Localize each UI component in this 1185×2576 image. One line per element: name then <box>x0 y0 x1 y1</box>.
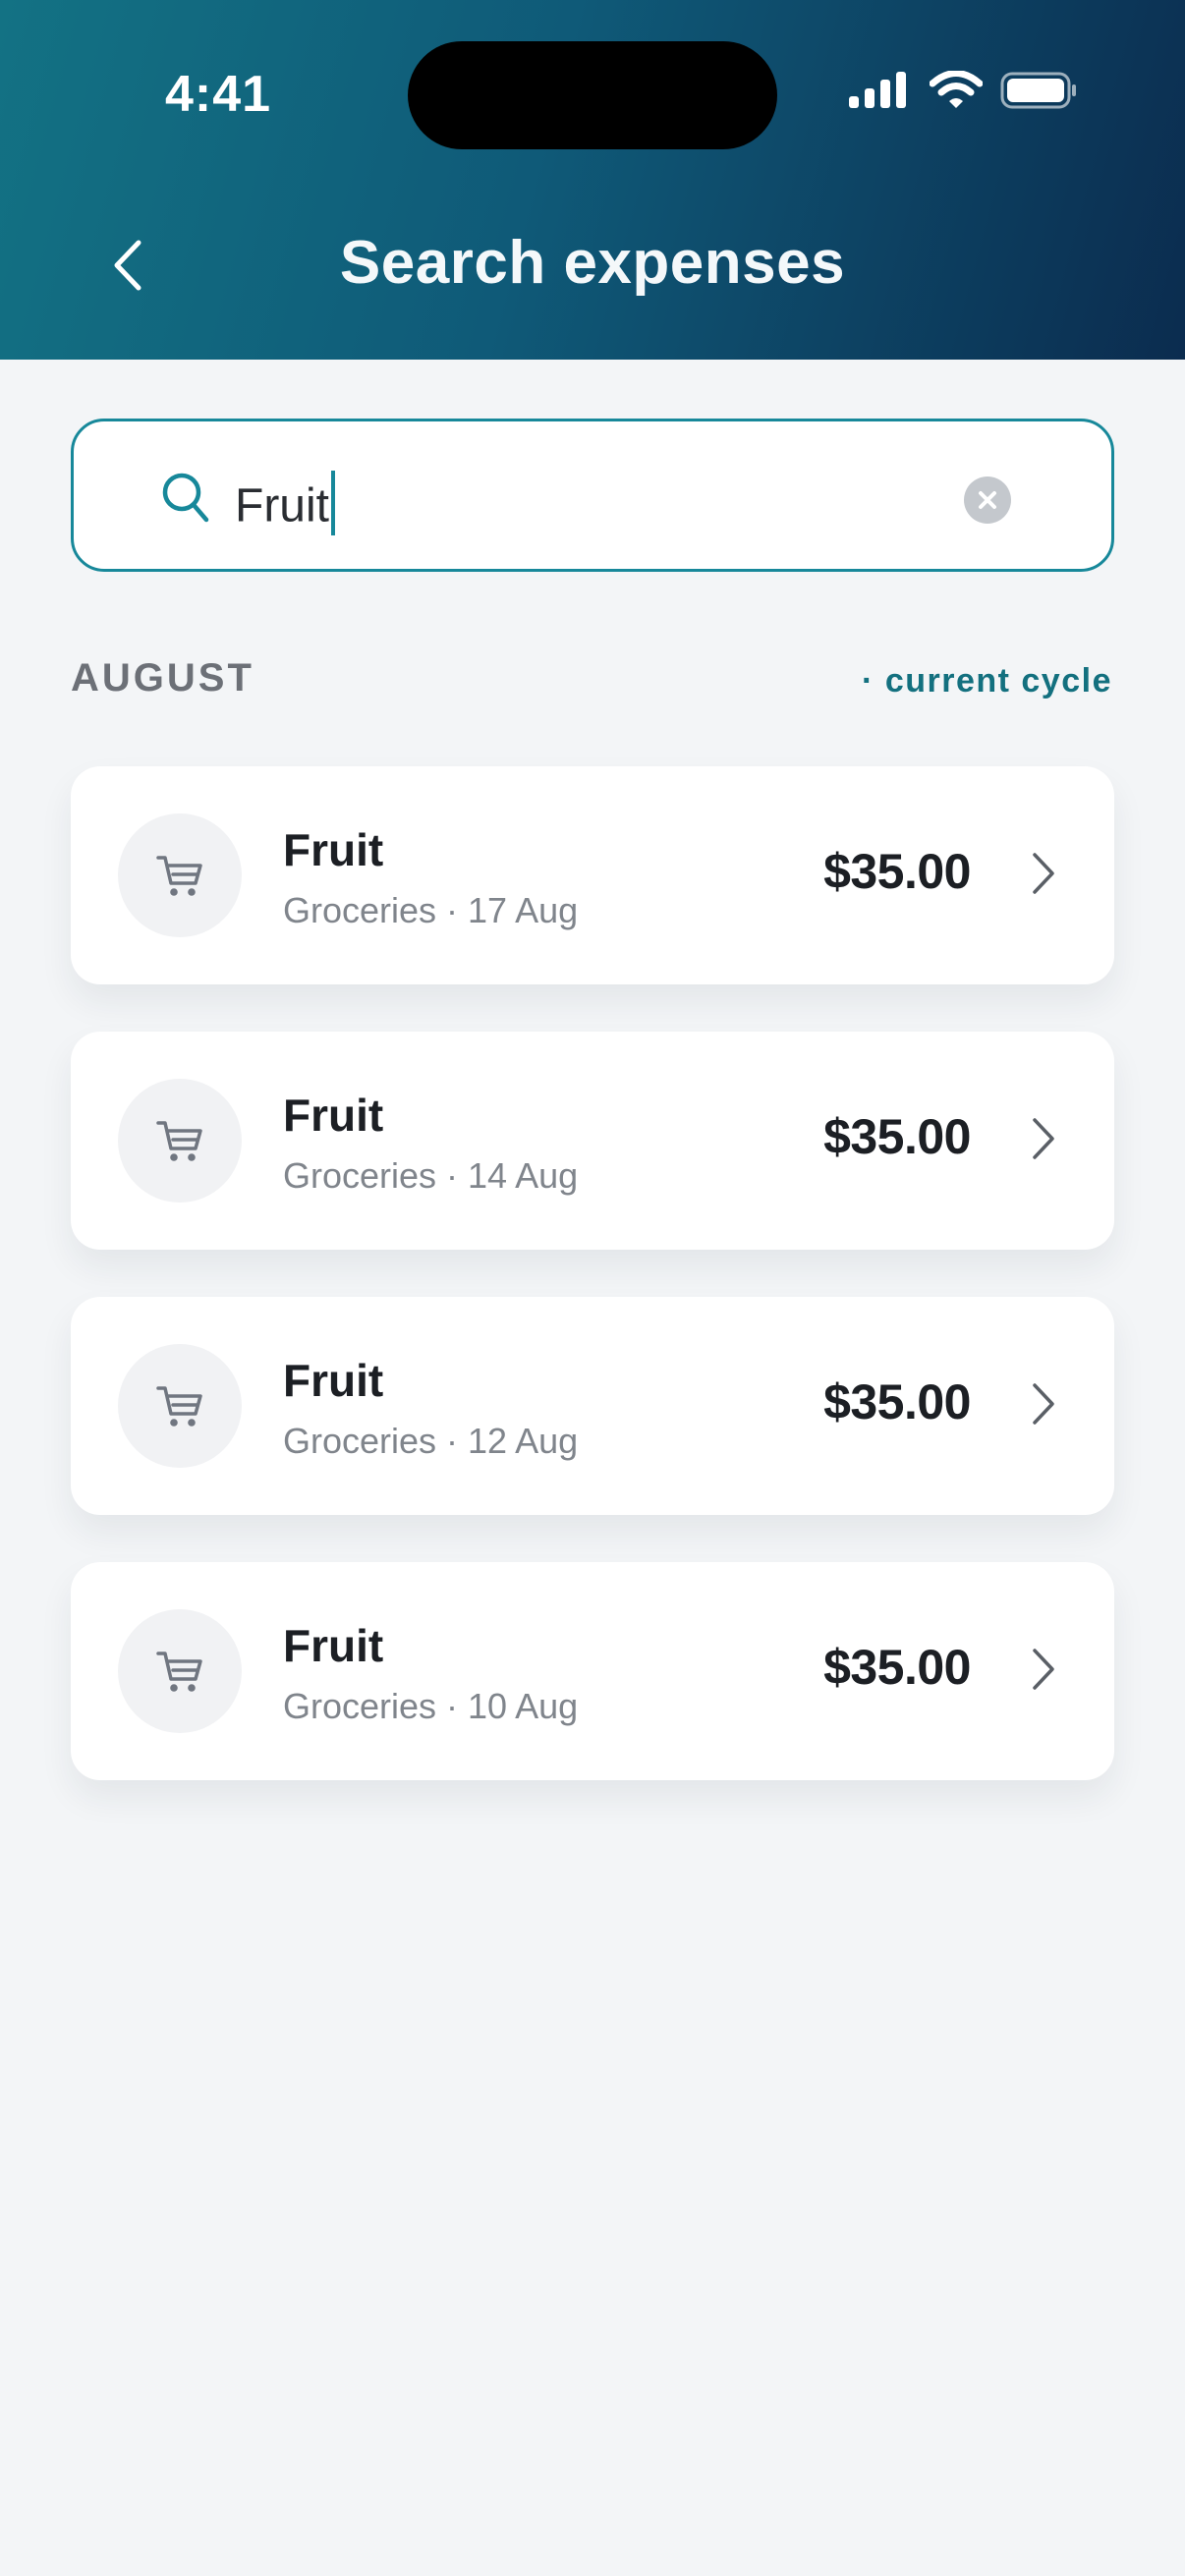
app-header: 4:41 Search expenses <box>0 0 1185 360</box>
category-avatar <box>118 1609 242 1733</box>
cart-icon <box>156 1121 202 1161</box>
category-avatar <box>118 1079 242 1203</box>
section-cycle-label: · current cycle <box>862 662 1112 700</box>
expense-title: Fruit <box>283 824 384 875</box>
text-caret <box>331 471 335 535</box>
wifi-icon <box>930 71 983 108</box>
section-month-label: AUGUST <box>71 656 254 700</box>
signal-icon <box>849 72 906 108</box>
close-icon <box>979 491 996 509</box>
expense-amount: $35.00 <box>823 1640 971 1695</box>
expense-title: Fruit <box>283 1355 384 1406</box>
expense-item[interactable]: Fruit Groceries · 12 Aug $35.00 <box>71 1297 1114 1515</box>
category-avatar <box>118 1344 242 1468</box>
chevron-right-icon <box>1033 1383 1054 1425</box>
search-field[interactable]: Fruit <box>71 419 1114 572</box>
expense-meta: Groceries · 12 Aug <box>283 1421 579 1461</box>
expense-item[interactable]: Fruit Groceries · 10 Aug $35.00 <box>71 1562 1114 1780</box>
expense-meta: Groceries · 10 Aug <box>283 1686 579 1726</box>
expense-amount: $35.00 <box>823 1109 971 1164</box>
battery-icon <box>1000 72 1076 109</box>
clear-search-button[interactable] <box>964 476 1011 524</box>
search-icon <box>162 473 209 523</box>
status-time: 4:41 <box>165 66 272 123</box>
expense-item[interactable]: Fruit Groceries · 17 Aug $35.00 <box>71 766 1114 984</box>
expense-meta: Groceries · 17 Aug <box>283 890 579 930</box>
search-input[interactable]: Fruit <box>235 471 335 541</box>
cart-icon <box>156 856 202 896</box>
expense-amount: $35.00 <box>823 844 971 899</box>
expense-title: Fruit <box>283 1090 384 1141</box>
expense-item[interactable]: Fruit Groceries · 14 Aug $35.00 <box>71 1032 1114 1250</box>
category-avatar <box>118 813 242 937</box>
cart-icon <box>156 1652 202 1692</box>
expense-title: Fruit <box>283 1620 384 1671</box>
dynamic-island <box>408 41 777 149</box>
chevron-right-icon <box>1033 1118 1054 1159</box>
page-title: Search expenses <box>339 229 846 297</box>
chevron-right-icon <box>1033 1649 1054 1690</box>
expense-meta: Groceries · 14 Aug <box>283 1155 579 1196</box>
expense-amount: $35.00 <box>823 1374 971 1429</box>
chevron-right-icon <box>1033 853 1054 894</box>
search-input-text: Fruit <box>235 479 329 532</box>
cart-icon <box>156 1386 202 1427</box>
